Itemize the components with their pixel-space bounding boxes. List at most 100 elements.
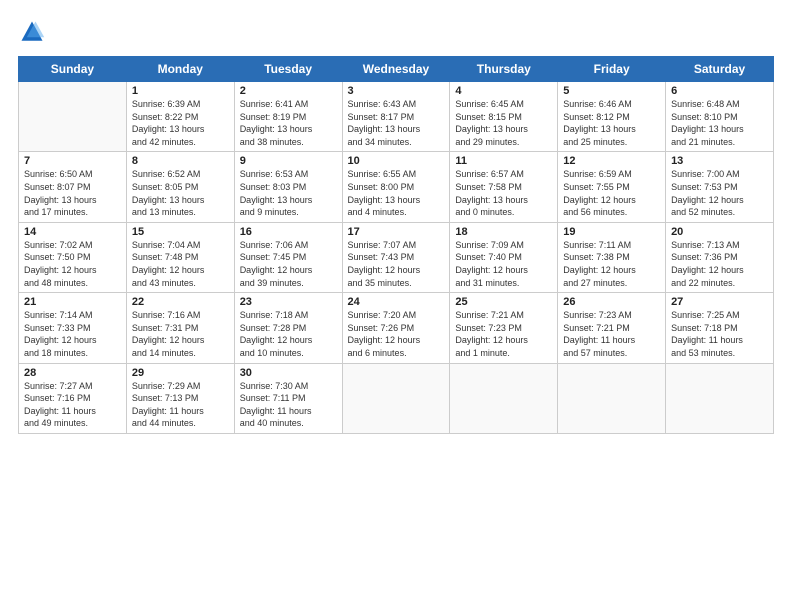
calendar-cell: 18Sunrise: 7:09 AMSunset: 7:40 PMDayligh…	[450, 222, 558, 292]
day-number: 2	[240, 85, 337, 97]
day-info: Sunrise: 7:11 AMSunset: 7:38 PMDaylight:…	[563, 239, 660, 289]
calendar-cell: 15Sunrise: 7:04 AMSunset: 7:48 PMDayligh…	[126, 222, 234, 292]
day-info: Sunrise: 6:57 AMSunset: 7:58 PMDaylight:…	[455, 168, 552, 218]
logo	[18, 18, 50, 46]
day-number: 21	[24, 296, 121, 308]
day-info: Sunrise: 7:09 AMSunset: 7:40 PMDaylight:…	[455, 239, 552, 289]
day-number: 22	[132, 296, 229, 308]
calendar-cell: 11Sunrise: 6:57 AMSunset: 7:58 PMDayligh…	[450, 152, 558, 222]
calendar-week-row: 21Sunrise: 7:14 AMSunset: 7:33 PMDayligh…	[19, 293, 774, 363]
day-number: 7	[24, 155, 121, 167]
day-number: 17	[348, 226, 445, 238]
day-info: Sunrise: 7:27 AMSunset: 7:16 PMDaylight:…	[24, 380, 121, 430]
day-info: Sunrise: 7:07 AMSunset: 7:43 PMDaylight:…	[348, 239, 445, 289]
day-info: Sunrise: 6:45 AMSunset: 8:15 PMDaylight:…	[455, 98, 552, 148]
day-info: Sunrise: 7:02 AMSunset: 7:50 PMDaylight:…	[24, 239, 121, 289]
day-number: 9	[240, 155, 337, 167]
calendar-cell: 22Sunrise: 7:16 AMSunset: 7:31 PMDayligh…	[126, 293, 234, 363]
calendar-cell: 24Sunrise: 7:20 AMSunset: 7:26 PMDayligh…	[342, 293, 450, 363]
day-info: Sunrise: 6:43 AMSunset: 8:17 PMDaylight:…	[348, 98, 445, 148]
calendar-week-row: 7Sunrise: 6:50 AMSunset: 8:07 PMDaylight…	[19, 152, 774, 222]
day-number: 18	[455, 226, 552, 238]
day-info: Sunrise: 7:00 AMSunset: 7:53 PMDaylight:…	[671, 168, 768, 218]
calendar-cell: 9Sunrise: 6:53 AMSunset: 8:03 PMDaylight…	[234, 152, 342, 222]
calendar-cell: 7Sunrise: 6:50 AMSunset: 8:07 PMDaylight…	[19, 152, 127, 222]
calendar-day-header: Tuesday	[234, 57, 342, 82]
day-number: 4	[455, 85, 552, 97]
calendar-cell: 19Sunrise: 7:11 AMSunset: 7:38 PMDayligh…	[558, 222, 666, 292]
logo-icon	[18, 18, 46, 46]
calendar-cell: 12Sunrise: 6:59 AMSunset: 7:55 PMDayligh…	[558, 152, 666, 222]
day-info: Sunrise: 7:29 AMSunset: 7:13 PMDaylight:…	[132, 380, 229, 430]
day-info: Sunrise: 7:04 AMSunset: 7:48 PMDaylight:…	[132, 239, 229, 289]
calendar-week-row: 14Sunrise: 7:02 AMSunset: 7:50 PMDayligh…	[19, 222, 774, 292]
day-info: Sunrise: 6:59 AMSunset: 7:55 PMDaylight:…	[563, 168, 660, 218]
calendar-cell	[666, 363, 774, 433]
calendar-cell: 20Sunrise: 7:13 AMSunset: 7:36 PMDayligh…	[666, 222, 774, 292]
day-number: 3	[348, 85, 445, 97]
day-info: Sunrise: 7:16 AMSunset: 7:31 PMDaylight:…	[132, 309, 229, 359]
day-number: 20	[671, 226, 768, 238]
day-info: Sunrise: 6:48 AMSunset: 8:10 PMDaylight:…	[671, 98, 768, 148]
day-number: 25	[455, 296, 552, 308]
calendar-day-header: Thursday	[450, 57, 558, 82]
calendar-cell: 17Sunrise: 7:07 AMSunset: 7:43 PMDayligh…	[342, 222, 450, 292]
day-info: Sunrise: 6:46 AMSunset: 8:12 PMDaylight:…	[563, 98, 660, 148]
day-number: 24	[348, 296, 445, 308]
day-info: Sunrise: 6:55 AMSunset: 8:00 PMDaylight:…	[348, 168, 445, 218]
calendar-cell	[450, 363, 558, 433]
day-info: Sunrise: 6:41 AMSunset: 8:19 PMDaylight:…	[240, 98, 337, 148]
day-info: Sunrise: 6:53 AMSunset: 8:03 PMDaylight:…	[240, 168, 337, 218]
calendar-cell: 4Sunrise: 6:45 AMSunset: 8:15 PMDaylight…	[450, 82, 558, 152]
calendar-cell: 29Sunrise: 7:29 AMSunset: 7:13 PMDayligh…	[126, 363, 234, 433]
calendar-cell: 10Sunrise: 6:55 AMSunset: 8:00 PMDayligh…	[342, 152, 450, 222]
day-number: 28	[24, 367, 121, 379]
day-number: 23	[240, 296, 337, 308]
day-info: Sunrise: 7:21 AMSunset: 7:23 PMDaylight:…	[455, 309, 552, 359]
day-number: 8	[132, 155, 229, 167]
calendar-cell: 5Sunrise: 6:46 AMSunset: 8:12 PMDaylight…	[558, 82, 666, 152]
day-info: Sunrise: 6:39 AMSunset: 8:22 PMDaylight:…	[132, 98, 229, 148]
calendar-cell: 30Sunrise: 7:30 AMSunset: 7:11 PMDayligh…	[234, 363, 342, 433]
calendar-cell: 3Sunrise: 6:43 AMSunset: 8:17 PMDaylight…	[342, 82, 450, 152]
page: SundayMondayTuesdayWednesdayThursdayFrid…	[0, 0, 792, 612]
day-number: 29	[132, 367, 229, 379]
day-info: Sunrise: 6:50 AMSunset: 8:07 PMDaylight:…	[24, 168, 121, 218]
calendar-cell: 23Sunrise: 7:18 AMSunset: 7:28 PMDayligh…	[234, 293, 342, 363]
day-info: Sunrise: 7:23 AMSunset: 7:21 PMDaylight:…	[563, 309, 660, 359]
day-info: Sunrise: 6:52 AMSunset: 8:05 PMDaylight:…	[132, 168, 229, 218]
day-number: 26	[563, 296, 660, 308]
calendar-day-header: Friday	[558, 57, 666, 82]
day-number: 27	[671, 296, 768, 308]
calendar-cell: 21Sunrise: 7:14 AMSunset: 7:33 PMDayligh…	[19, 293, 127, 363]
day-number: 16	[240, 226, 337, 238]
calendar-cell: 1Sunrise: 6:39 AMSunset: 8:22 PMDaylight…	[126, 82, 234, 152]
day-info: Sunrise: 7:14 AMSunset: 7:33 PMDaylight:…	[24, 309, 121, 359]
calendar-table: SundayMondayTuesdayWednesdayThursdayFrid…	[18, 56, 774, 434]
header	[18, 18, 774, 46]
calendar-cell	[558, 363, 666, 433]
day-number: 12	[563, 155, 660, 167]
day-info: Sunrise: 7:30 AMSunset: 7:11 PMDaylight:…	[240, 380, 337, 430]
day-number: 15	[132, 226, 229, 238]
calendar-cell: 28Sunrise: 7:27 AMSunset: 7:16 PMDayligh…	[19, 363, 127, 433]
day-info: Sunrise: 7:13 AMSunset: 7:36 PMDaylight:…	[671, 239, 768, 289]
calendar-cell	[19, 82, 127, 152]
calendar-cell: 25Sunrise: 7:21 AMSunset: 7:23 PMDayligh…	[450, 293, 558, 363]
calendar-cell	[342, 363, 450, 433]
calendar-cell: 14Sunrise: 7:02 AMSunset: 7:50 PMDayligh…	[19, 222, 127, 292]
calendar-day-header: Sunday	[19, 57, 127, 82]
calendar-cell: 26Sunrise: 7:23 AMSunset: 7:21 PMDayligh…	[558, 293, 666, 363]
day-number: 11	[455, 155, 552, 167]
day-number: 10	[348, 155, 445, 167]
day-info: Sunrise: 7:06 AMSunset: 7:45 PMDaylight:…	[240, 239, 337, 289]
day-number: 13	[671, 155, 768, 167]
day-number: 1	[132, 85, 229, 97]
day-info: Sunrise: 7:18 AMSunset: 7:28 PMDaylight:…	[240, 309, 337, 359]
calendar-cell: 16Sunrise: 7:06 AMSunset: 7:45 PMDayligh…	[234, 222, 342, 292]
day-number: 19	[563, 226, 660, 238]
calendar-cell: 2Sunrise: 6:41 AMSunset: 8:19 PMDaylight…	[234, 82, 342, 152]
day-number: 14	[24, 226, 121, 238]
calendar-week-row: 28Sunrise: 7:27 AMSunset: 7:16 PMDayligh…	[19, 363, 774, 433]
calendar-header-row: SundayMondayTuesdayWednesdayThursdayFrid…	[19, 57, 774, 82]
